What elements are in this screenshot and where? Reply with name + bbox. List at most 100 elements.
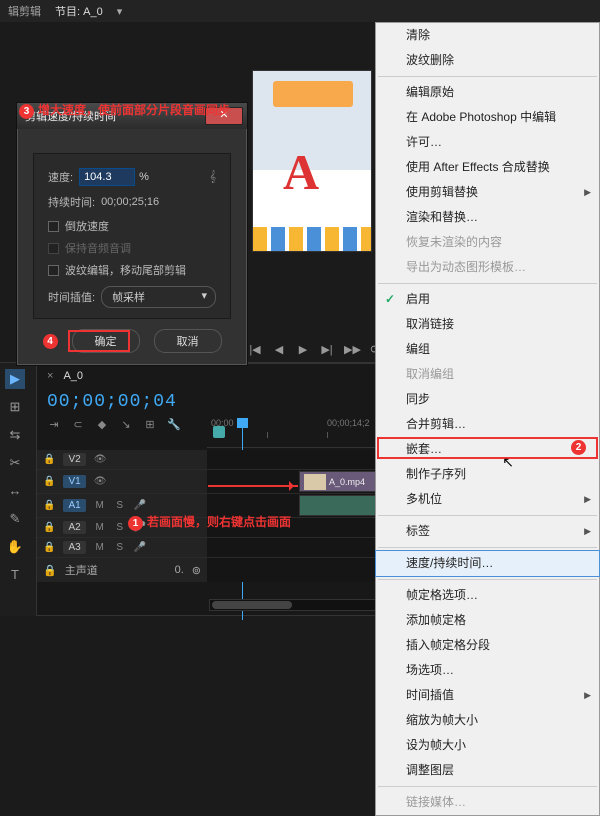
ctx-item[interactable]: 时间插值 [376,683,599,708]
ctx-item[interactable]: 制作子序列 [376,462,599,487]
prev-icon[interactable]: |◀ [248,343,262,356]
solo-icon[interactable]: S [114,522,126,533]
ctx-item[interactable]: 设为帧大小 [376,733,599,758]
close-seq-icon[interactable]: × [47,370,53,382]
scrollbar-thumb[interactable] [212,601,292,609]
program-monitor: A [252,70,372,252]
sequence-tab[interactable]: A_0 [63,370,83,382]
step-back-icon[interactable]: ◀ [272,343,286,356]
in-marker[interactable] [213,426,225,438]
tool-palette: ▶ ⊞ ⇆ ✂ ↔ ✎ ✋ T [0,369,30,585]
speed-input[interactable] [79,168,135,186]
ctx-item[interactable]: 同步 [376,387,599,412]
ctx-item[interactable]: 使用 After Effects 合成替换 [376,155,599,180]
speed-unit: % [139,171,149,183]
clip-context-menu: 清除波纹删除编辑原始在 Adobe Photoshop 中编辑许可…使用 Aft… [375,22,600,816]
lock-icon[interactable]: 🔒 [43,542,55,553]
ctx-item[interactable]: 在 Adobe Photoshop 中编辑 [376,105,599,130]
link-icon[interactable]: ⊂ [71,418,85,431]
eye-icon[interactable]: 👁 [94,476,106,487]
cursor-icon: ↖ [502,454,514,471]
ctx-item[interactable]: 标签 [376,519,599,544]
master-val: 0. [175,564,184,576]
ripple-checkbox[interactable]: 波纹编辑，移动尾部剪辑 [48,262,216,278]
ctx-item[interactable]: 取消链接 [376,312,599,337]
ctx-item[interactable]: 渲染和替换… [376,205,599,230]
mic-icon[interactable]: 🎤 [134,542,146,553]
ctx-item[interactable]: 插入帧定格分段 [376,633,599,658]
ctx-item[interactable]: 清除 [376,23,599,48]
ctx-item[interactable]: 场选项… [376,658,599,683]
program-tab[interactable]: 节目: A_0 [55,3,103,19]
reverse-checkbox[interactable]: 倒放速度 [48,218,216,234]
ctx-item[interactable]: 许可… [376,130,599,155]
razor-tool[interactable]: ✂ [5,453,25,473]
track-v1-label[interactable]: V1 [63,475,85,488]
ctx-item[interactable]: 合并剪辑… [376,412,599,437]
wrench-icon[interactable]: 🔧 [167,418,181,431]
overwrite-icon[interactable]: ⊞ [143,418,157,431]
track-a1-label[interactable]: A1 [63,499,85,512]
lock-icon[interactable]: 🔒 [43,522,55,533]
callout-1-arrow [208,485,298,487]
track-a3-label[interactable]: A3 [63,541,85,554]
mic-icon[interactable]: 🎤 [134,500,146,511]
next-icon[interactable]: ▶▶ [344,343,358,356]
step-fwd-icon[interactable]: ▶| [320,343,334,356]
ctx-item[interactable]: 帧定格选项… [376,583,599,608]
preview-card [273,81,353,107]
insert-icon[interactable]: ↘ [119,418,133,431]
ctx-item[interactable]: 多机位 [376,487,599,512]
ctx-item[interactable]: 速度/持续时间… [375,550,600,577]
speed-duration-dialog: 剪辑速度/持续时间 ✕ 3增大速度，使前面部分片段音画同步 速度: % 𝄞 持续… [16,102,248,366]
ctx-item[interactable]: 启用 [376,287,599,312]
ctx-item[interactable]: 添加帧定格 [376,608,599,633]
snap-icon[interactable]: ⇥ [47,418,61,431]
play-icon[interactable]: ▶ [296,343,310,356]
ctx-item[interactable]: 调整图层 [376,758,599,783]
lock-icon[interactable]: 🔒 [43,564,57,577]
ok-button[interactable]: 确定 [72,329,140,353]
ctx-item[interactable]: 编辑原始 [376,80,599,105]
lock-icon[interactable]: 🔒 [43,454,55,465]
ctx-item[interactable]: 使用剪辑替换 [376,180,599,205]
track-v2-label[interactable]: V2 [63,453,85,466]
clip-label: A_0.mp4 [329,477,365,487]
link-icon[interactable]: 𝄞 [209,171,216,184]
program-menu-icon[interactable]: ▾ [117,5,123,18]
ctx-item[interactable]: 编组 [376,337,599,362]
master-label: 主声道 [65,562,98,578]
marker-icon[interactable]: ◆ [95,418,109,431]
lock-icon[interactable]: 🔒 [43,500,55,511]
pen-tool[interactable]: ✎ [5,509,25,529]
track-a2-label[interactable]: A2 [63,521,85,534]
cancel-button[interactable]: 取消 [154,329,222,353]
ctx-item[interactable]: 波纹删除 [376,48,599,73]
track-select-tool[interactable]: ⊞ [5,397,25,417]
ruler-label-1: 00;00;14;2 [327,418,370,428]
mute-icon[interactable]: M [94,522,106,533]
mute-icon[interactable]: M [94,542,106,553]
pan-icon[interactable]: ⊚ [192,564,201,577]
interp-label: 时间插值: [48,289,95,305]
ctx-item: 链接媒体… [376,790,599,815]
eye-icon[interactable]: 👁 [94,454,106,465]
ripple-tool[interactable]: ⇆ [5,425,25,445]
solo-icon[interactable]: S [114,500,126,511]
type-tool[interactable]: T [5,565,25,585]
ctx-item[interactable]: 嵌套… [376,437,599,462]
callout-2: 2 [571,440,590,455]
mute-icon[interactable]: M [94,500,106,511]
ctx-item: 恢复未渲染的内容 [376,230,599,255]
lock-icon[interactable]: 🔒 [43,476,55,487]
solo-icon[interactable]: S [114,542,126,553]
interp-select[interactable]: 帧采样 [101,286,216,308]
speed-label: 速度: [48,169,73,185]
selection-tool[interactable]: ▶ [5,369,25,389]
slip-tool[interactable]: ↔ [5,481,25,501]
preview-band [253,227,371,251]
hand-tool[interactable]: ✋ [5,537,25,557]
panel-tab[interactable]: 辑剪辑 [8,3,41,19]
ctx-item[interactable]: 缩放为帧大小 [376,708,599,733]
duration-value[interactable]: 00;00;25;16 [101,196,159,208]
